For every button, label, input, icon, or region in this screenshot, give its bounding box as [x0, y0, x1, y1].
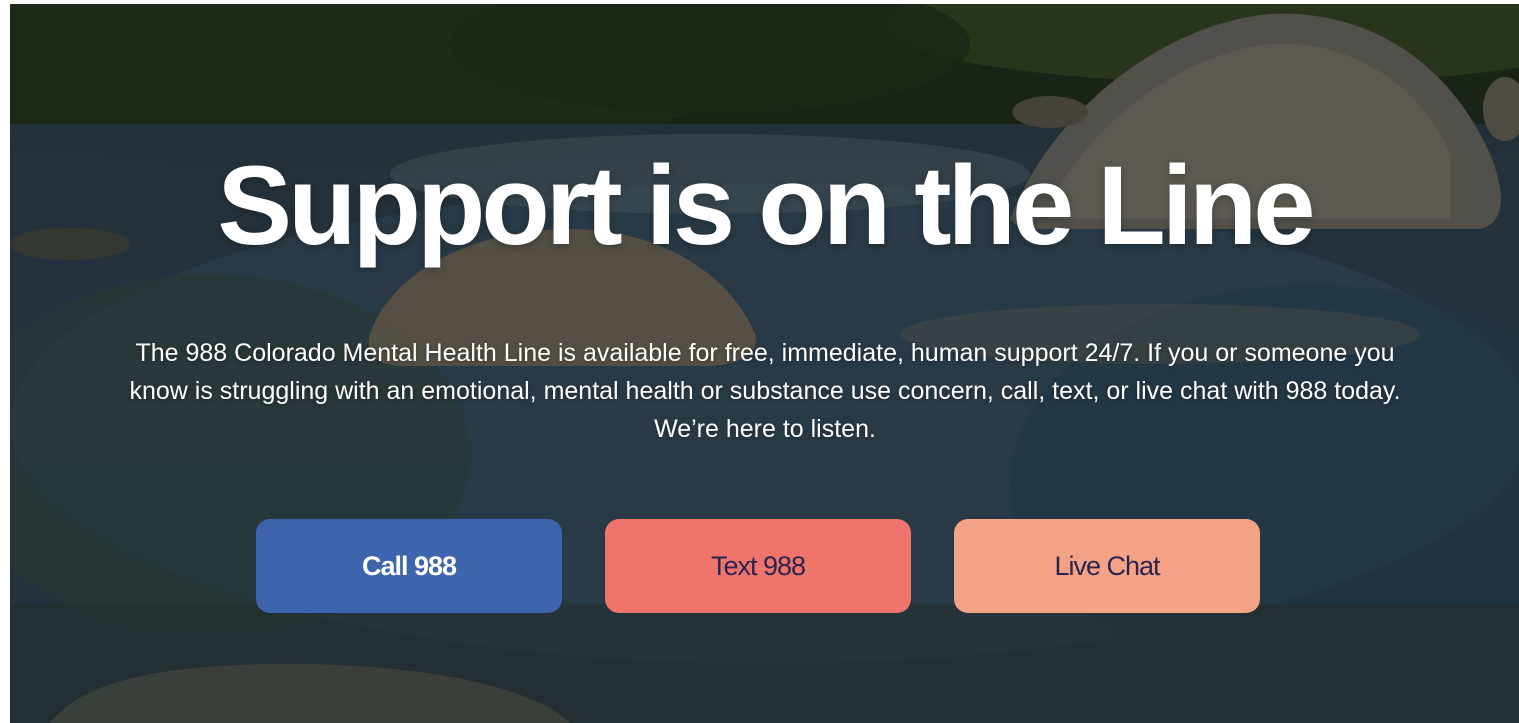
text-988-button[interactable]: Text 988: [605, 519, 911, 613]
live-chat-button[interactable]: Live Chat: [954, 519, 1260, 613]
page: Support is on the Line The 988 Colorado …: [0, 0, 1519, 723]
hero-section: Support is on the Line The 988 Colorado …: [10, 4, 1519, 723]
hero-content: Support is on the Line The 988 Colorado …: [10, 4, 1519, 723]
hero-description: The 988 Colorado Mental Health Line is a…: [129, 339, 1401, 443]
hero-headline: Support is on the Line: [217, 143, 1315, 268]
call-988-button[interactable]: Call 988: [256, 519, 562, 613]
contact-actions: Call 988 Text 988 Live Chat: [256, 519, 1261, 613]
